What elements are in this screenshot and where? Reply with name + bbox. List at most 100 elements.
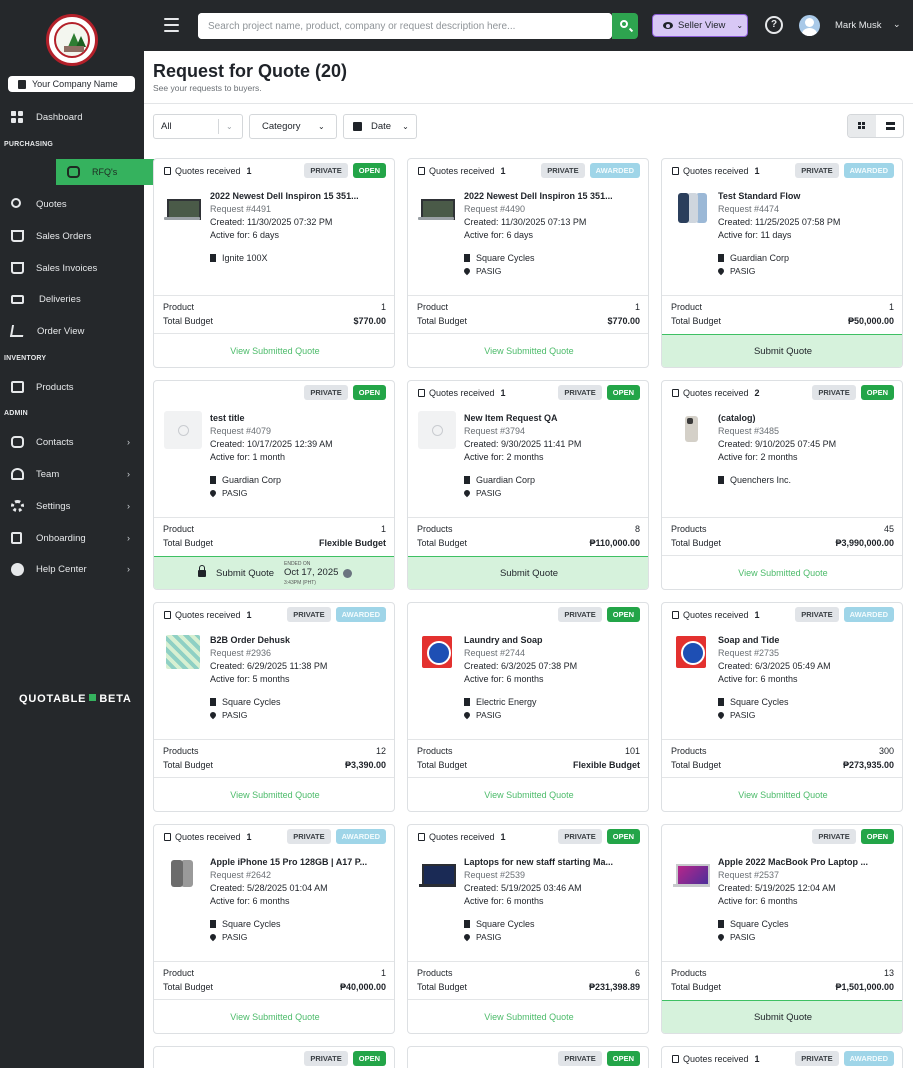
submit-quote-button-locked[interactable]: Submit Quote ENDED ON Oct 17, 2025 3:43PM (… — [154, 556, 394, 589]
company-switcher[interactable]: Your Company Name — [8, 76, 135, 92]
sidebar-item-settings[interactable]: Settings › — [0, 493, 144, 519]
user-name[interactable]: Mark Musk — [835, 20, 881, 31]
rfq-title[interactable]: New Item Request QA — [464, 413, 640, 423]
created-date: Created: 6/3/2025 05:49 AM — [718, 661, 831, 671]
document-icon — [672, 389, 679, 397]
privacy-badge: PRIVATE — [795, 1051, 839, 1066]
sidebar: Your Company Name Dashboard PURCHASING R… — [0, 0, 200, 1068]
sidebar-item-team[interactable]: Team › — [0, 461, 144, 487]
filter-all-value: All — [161, 121, 172, 132]
rfq-card[interactable]: Quotes received 1 PRIVATE AWARDED 2022 Newes… — [407, 158, 649, 368]
badge-group: PRIVATE AWARDED — [795, 163, 894, 178]
building-icon — [18, 79, 26, 89]
rfq-card[interactable]: PRIVATE OPEN — [407, 1046, 649, 1068]
rfq-card[interactable]: PRIVATE OPEN Laundry and Soap Request #2744… — [407, 602, 649, 812]
divider — [154, 777, 394, 778]
hamburger-menu-icon[interactable] — [164, 18, 179, 32]
rfq-title[interactable]: B2B Order Dehusk — [210, 635, 386, 645]
rfq-card[interactable]: Quotes received 1 PRIVATE OPEN New Item Requ… — [407, 380, 649, 590]
view-submitted-quote-link[interactable]: View Submitted Quote — [154, 779, 394, 811]
rfq-title[interactable]: test title — [210, 413, 386, 423]
avatar[interactable] — [799, 15, 820, 36]
buyer-location-name: PASIG — [222, 710, 248, 720]
view-submitted-quote-link[interactable]: View Submitted Quote — [662, 557, 902, 589]
submit-quote-button[interactable]: Submit Quote — [662, 334, 902, 367]
quotes-received: Quotes received 1 — [164, 166, 252, 176]
sidebar-item-onboarding[interactable]: Onboarding › — [0, 525, 144, 551]
rfq-title[interactable]: (catalog) — [718, 413, 894, 423]
buyer-company-name: Square Cycles — [222, 919, 281, 929]
divider — [154, 739, 394, 740]
rfq-title[interactable]: Apple iPhone 15 Pro 128GB | A17 P... — [210, 857, 386, 867]
quotes-received-label: Quotes received — [175, 832, 241, 842]
rfq-title[interactable]: 2022 Newest Dell Inspiron 15 351... — [210, 191, 386, 201]
search-button[interactable] — [612, 13, 638, 39]
document-icon — [164, 833, 171, 841]
grid-view-icon[interactable] — [848, 115, 876, 137]
rfq-card[interactable]: PRIVATE OPEN — [153, 1046, 395, 1068]
view-submitted-quote-link[interactable]: View Submitted Quote — [408, 1001, 648, 1033]
rfq-card[interactable]: Quotes received 1 PRIVATE AWARDED Apple iPho… — [153, 824, 395, 1034]
total-budget-row: Total Budget ₱40,000.00 — [163, 982, 386, 992]
rfq-card[interactable]: Quotes received 1 PRIVATE AWARDED Test Stand… — [661, 158, 903, 368]
search-input[interactable] — [198, 13, 612, 39]
sidebar-item-help-center[interactable]: Help Center › — [0, 556, 144, 582]
rfq-title[interactable]: Apple 2022 MacBook Pro Laptop ... — [718, 857, 894, 867]
sidebar-item-deliveries[interactable]: Deliveries — [0, 286, 144, 312]
sidebar-item-contacts[interactable]: Contacts › — [0, 429, 144, 455]
sidebar-item-order-view[interactable]: Order View — [0, 318, 144, 344]
sidebar-item-sales-invoices[interactable]: Sales Invoices — [0, 255, 144, 281]
product-thumbnail — [672, 189, 710, 227]
submit-quote-button[interactable]: Submit Quote — [662, 1000, 902, 1033]
rfq-card[interactable]: Quotes received 1 PRIVATE OPEN 2022 Newest D… — [153, 158, 395, 368]
rfq-card[interactable]: Quotes received 1 PRIVATE AWARDED B2B Order … — [153, 602, 395, 812]
list-view-icon[interactable] — [876, 115, 903, 137]
budget-label: Total Budget — [671, 982, 722, 992]
rfq-title[interactable]: Test Standard Flow — [718, 191, 894, 201]
rfq-title[interactable]: Laptops for new staff starting Ma... — [464, 857, 640, 867]
chevron-down-icon[interactable]: ⌄ — [893, 19, 901, 30]
filter-all-select[interactable]: All ⌄ — [153, 114, 243, 139]
budget-label: Total Budget — [417, 982, 468, 992]
rfq-card[interactable]: Quotes received 1 PRIVATE AWARDED — [661, 1046, 903, 1068]
submit-quote-button[interactable]: Submit Quote — [408, 556, 648, 589]
product-count-row: Product 1 — [163, 302, 386, 312]
sidebar-item-quotes[interactable]: Quotes — [0, 191, 144, 217]
location-pin-icon — [716, 710, 726, 720]
seller-view-toggle[interactable]: Seller View ⌄ — [652, 14, 748, 37]
sidebar-item-products[interactable]: Products — [0, 374, 144, 400]
sidebar-item-dashboard[interactable]: Dashboard — [0, 104, 144, 130]
rfq-card[interactable]: PRIVATE OPEN test title Request #4079 Create… — [153, 380, 395, 590]
view-submitted-quote-link[interactable]: View Submitted Quote — [154, 335, 394, 367]
view-submitted-quote-link[interactable]: View Submitted Quote — [154, 1001, 394, 1033]
status-badge: AWARDED — [335, 829, 386, 844]
view-submitted-quote-link[interactable]: View Submitted Quote — [408, 335, 648, 367]
page-title: Request for Quote (20) — [153, 61, 348, 81]
rfq-card[interactable]: Quotes received 1 PRIVATE AWARDED Soap and T… — [661, 602, 903, 812]
divider — [408, 295, 648, 296]
chevron-down-icon: ⌄ — [402, 122, 409, 131]
view-submitted-quote-link[interactable]: View Submitted Quote — [408, 779, 648, 811]
filter-date-select[interactable]: Date ⌄ — [343, 114, 417, 139]
rfq-title[interactable]: Soap and Tide — [718, 635, 894, 645]
sidebar-item-label: RFQ's — [92, 167, 118, 177]
budget-label: Total Budget — [163, 760, 214, 770]
search-box — [198, 13, 612, 39]
buyer-company-name: Guardian Corp — [222, 475, 282, 485]
rfq-card[interactable]: Quotes received 2 PRIVATE OPEN (catalog) Requ… — [661, 380, 903, 590]
sidebar-item-sales-orders[interactable]: Sales Orders — [0, 223, 144, 249]
help-icon[interactable]: ? — [765, 16, 783, 34]
company-logo[interactable] — [46, 14, 98, 66]
buyer-company: Guardian Corp — [210, 475, 281, 485]
info-icon[interactable] — [343, 569, 352, 578]
buyer-location: PASIG — [462, 266, 501, 276]
rfq-card[interactable]: PRIVATE OPEN Apple 2022 MacBook Pro Laptop… — [661, 824, 903, 1034]
privacy-badge: PRIVATE — [304, 385, 348, 400]
location-pin-icon — [208, 710, 218, 720]
filter-category-select[interactable]: Category ⌄ — [249, 114, 337, 139]
rfq-card[interactable]: Quotes received 1 PRIVATE OPEN Laptops for n… — [407, 824, 649, 1034]
rfq-title[interactable]: 2022 Newest Dell Inspiron 15 351... — [464, 191, 640, 201]
divider — [662, 777, 902, 778]
rfq-title[interactable]: Laundry and Soap — [464, 635, 640, 645]
view-submitted-quote-link[interactable]: View Submitted Quote — [662, 779, 902, 811]
